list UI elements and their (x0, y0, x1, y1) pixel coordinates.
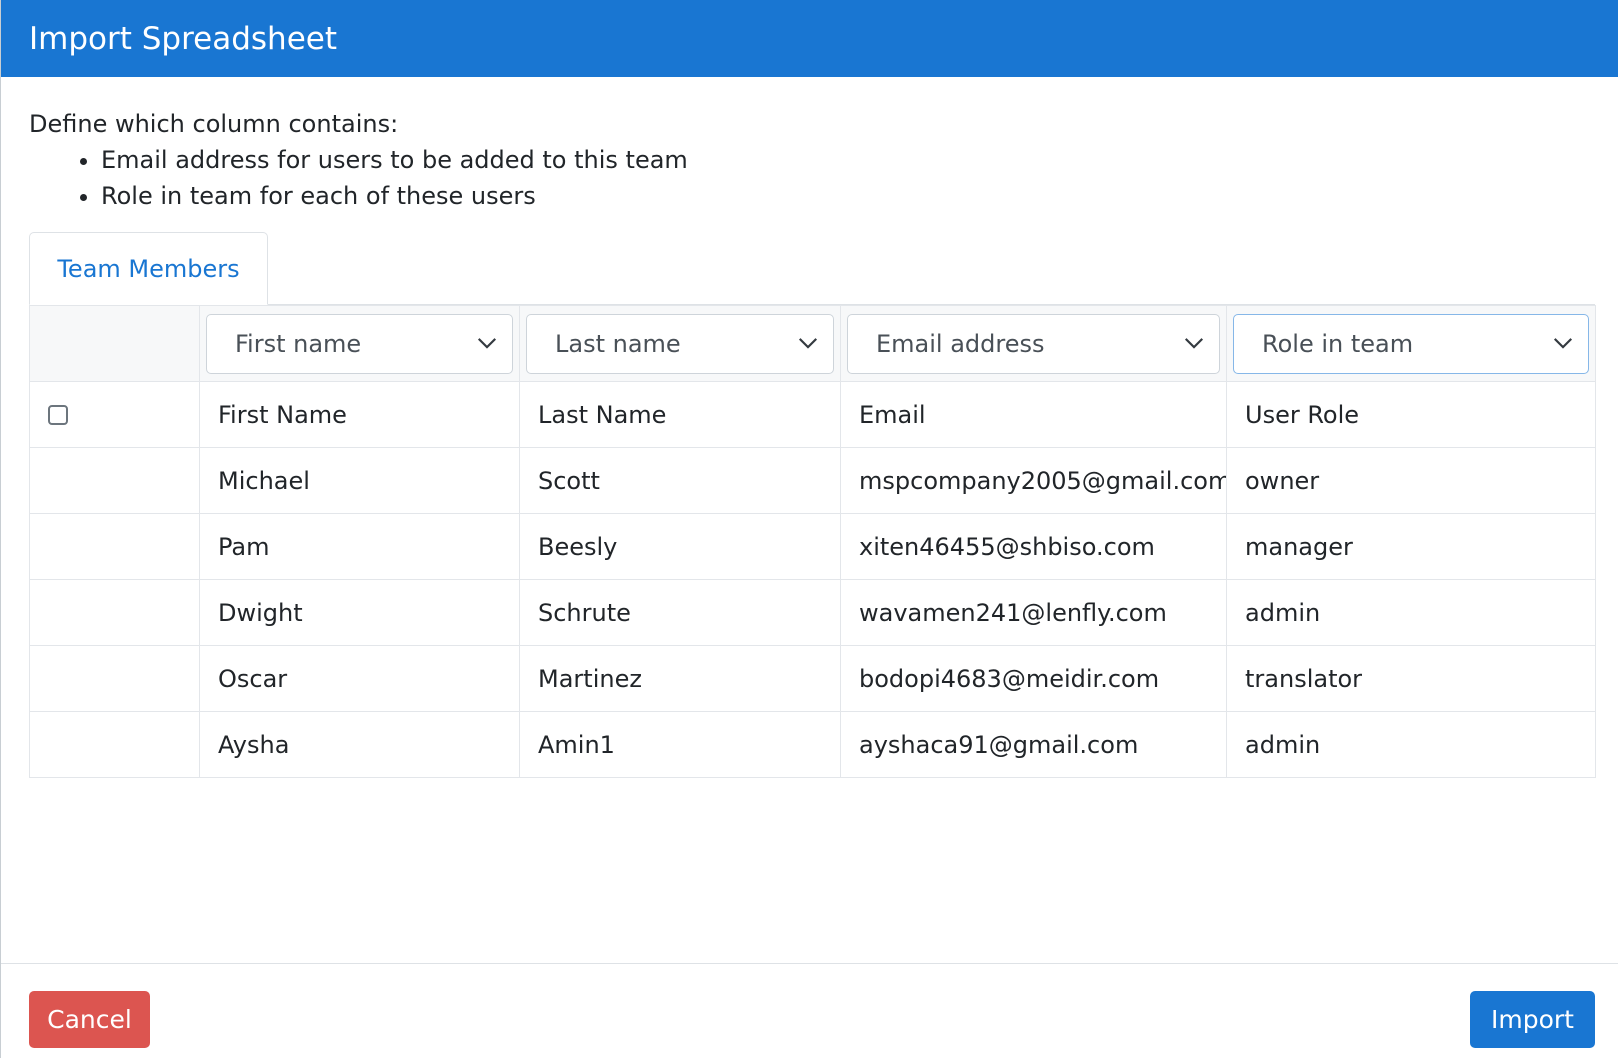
table-cell: mspcompany2005@gmail.com (840, 447, 1227, 514)
table-cell: manager (1226, 513, 1596, 580)
header-cell: Last Name (519, 381, 841, 448)
mapping-cell: Last name (519, 305, 841, 382)
modal-header: Import Spreadsheet (1, 0, 1618, 77)
table-cell: owner (1226, 447, 1596, 514)
header-cell: Email (840, 381, 1227, 448)
column-select-last-name[interactable]: Last name (526, 313, 834, 374)
header-cell: User Role (1226, 381, 1596, 448)
row-spacer-cell (29, 579, 200, 646)
table-cell: admin (1226, 711, 1596, 778)
chevron-down-icon (798, 337, 818, 349)
instruction-item-email: Email address for users to be added to t… (101, 142, 688, 178)
table-row: Michael Scott mspcompany2005@gmail.com o… (29, 447, 1596, 514)
header-cell: First Name (199, 381, 520, 448)
instructions-heading: Define which column contains: (29, 110, 399, 138)
instruction-item-role: Role in team for each of these users (101, 178, 688, 214)
sheet-tabs: Team Members (29, 232, 1595, 305)
table-cell: Michael (199, 447, 520, 514)
table-cell: ayshaca91@gmail.com (840, 711, 1227, 778)
table-cell: bodopi4683@meidir.com (840, 645, 1227, 712)
table-cell: Scott (519, 447, 841, 514)
mapping-spacer-cell (29, 305, 200, 382)
row-spacer-cell (29, 447, 200, 514)
instructions: Define which column contains: Email addr… (29, 106, 688, 214)
table-cell: Dwight (199, 579, 520, 646)
table-cell: xiten46455@shbiso.com (840, 513, 1227, 580)
table-cell: Amin1 (519, 711, 841, 778)
table-cell: Martinez (519, 645, 841, 712)
modal-footer: Cancel Import (1, 963, 1618, 1058)
column-mapping-row: First name Last name Email address Role … (29, 305, 1596, 382)
table-cell: Aysha (199, 711, 520, 778)
table-row: Dwight Schrute wavamen241@lenfly.com adm… (29, 579, 1596, 646)
column-select-first-name[interactable]: First name (206, 313, 513, 374)
table-row: Oscar Martinez bodopi4683@meidir.com tra… (29, 645, 1596, 712)
table-cell: admin (1226, 579, 1596, 646)
table-cell: Oscar (199, 645, 520, 712)
table-cell: Schrute (519, 579, 841, 646)
mapping-cell: First name (199, 305, 520, 382)
table-cell: wavamen241@lenfly.com (840, 579, 1227, 646)
table-row: Aysha Amin1 ayshaca91@gmail.com admin (29, 711, 1596, 778)
mapping-cell: Role in team (1226, 305, 1596, 382)
table-cell: Pam (199, 513, 520, 580)
table-header-row: First Name Last Name Email User Role (29, 381, 1596, 448)
select-value: Last name (555, 329, 681, 358)
select-all-cell (29, 381, 200, 448)
select-value: Role in team (1262, 329, 1414, 358)
table-cell: Beesly (519, 513, 841, 580)
select-all-checkbox[interactable] (48, 404, 68, 425)
import-spreadsheet-modal: Import Spreadsheet Define which column c… (0, 0, 1618, 1058)
select-value: First name (235, 329, 362, 358)
chevron-down-icon (1184, 337, 1204, 349)
column-select-email[interactable]: Email address (847, 313, 1220, 374)
chevron-down-icon (477, 337, 497, 349)
row-spacer-cell (29, 513, 200, 580)
cancel-button[interactable]: Cancel (29, 991, 150, 1048)
row-spacer-cell (29, 711, 200, 778)
modal-title: Import Spreadsheet (29, 21, 338, 57)
import-preview-table: First name Last name Email address Role … (29, 305, 1596, 778)
chevron-down-icon (1553, 337, 1573, 349)
mapping-cell: Email address (840, 305, 1227, 382)
table-cell: translator (1226, 645, 1596, 712)
row-spacer-cell (29, 645, 200, 712)
import-button[interactable]: Import (1470, 991, 1595, 1048)
instructions-list: Email address for users to be added to t… (29, 142, 688, 214)
table-row: Pam Beesly xiten46455@shbiso.com manager (29, 513, 1596, 580)
tab-team-members[interactable]: Team Members (29, 232, 268, 305)
column-select-role[interactable]: Role in team (1233, 313, 1589, 374)
select-value: Email address (876, 329, 1045, 358)
